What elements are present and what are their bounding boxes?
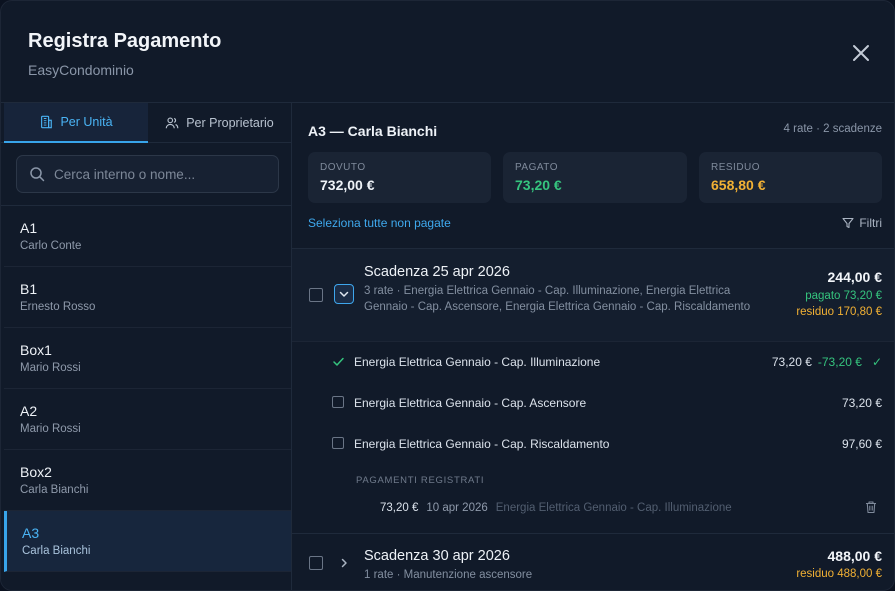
collapse-button[interactable] <box>334 284 354 304</box>
detail-panel: A3 — Carla Bianchi 4 rate · 2 scadenze D… <box>292 103 894 590</box>
payment-modal: Registra Pagamento EasyCondominio Per Un… <box>0 0 895 591</box>
due-checkbox[interactable] <box>309 556 323 570</box>
modal-header: Registra Pagamento EasyCondominio <box>1 1 894 103</box>
filters-button[interactable]: Filtri <box>842 216 882 230</box>
unit-owner: Mario Rossi <box>20 423 81 435</box>
detail-title: A3 — Carla Bianchi <box>308 123 438 139</box>
rates-list: Energia Elettrica Gennaio - Cap. Illumin… <box>292 341 894 533</box>
rate-checkbox[interactable] <box>332 437 344 449</box>
payment-row: 73,20 € 10 apr 2026 Energia Elettrica Genn… <box>380 502 732 514</box>
rate-amount: 73,20 € <box>841 396 882 410</box>
stat-value: 73,20 € <box>515 177 562 193</box>
tab-label: Per Unità <box>60 115 113 129</box>
due-description: 3 rate · Energia Elettrica Gennaio - Cap… <box>364 285 751 313</box>
rate-row-illuminazione: Energia Elettrica Gennaio - Cap. Illumin… <box>292 342 894 382</box>
unit-list: A1 Carlo Conte B1 Ernesto Rosso Box1 Mar… <box>4 206 291 572</box>
modal-title: Registra Pagamento <box>28 30 222 52</box>
stat-label: RESIDUO <box>711 162 761 173</box>
unit-owner: Carla Bianchi <box>22 545 91 557</box>
unit-code: Box2 <box>20 464 52 480</box>
payment-reference: Energia Elettrica Gennaio - Cap. Illumin… <box>495 502 732 514</box>
search-box <box>16 155 279 193</box>
due-amount: 244,00 € <box>827 269 883 285</box>
close-icon <box>853 45 869 61</box>
filter-icon <box>842 217 854 229</box>
stat-pagato: PAGATO 73,20 € <box>503 152 687 203</box>
stat-dovuto: DOVUTO 732,00 € <box>308 152 491 203</box>
check-icon <box>333 357 344 366</box>
due-residual: residuo 170,80 € <box>796 306 882 318</box>
detail-meta: 4 rate · 2 scadenze <box>783 123 882 135</box>
search-icon <box>30 167 45 182</box>
due-title: Scadenza 25 apr 2026 <box>364 264 510 280</box>
payment-amount: 73,20 € <box>380 502 419 514</box>
unit-item-box2[interactable]: Box2 Carla Bianchi <box>4 450 291 511</box>
stat-value: 732,00 € <box>320 177 375 193</box>
unit-code: Box1 <box>20 342 52 358</box>
trash-icon[interactable] <box>864 500 878 514</box>
unit-code: A2 <box>20 403 38 419</box>
units-panel: Per Unità Per Proprietario A1 Carlo Cont… <box>1 103 292 590</box>
close-button[interactable] <box>849 41 873 65</box>
stat-value: 658,80 € <box>711 177 766 193</box>
rate-row-ascensore: Energia Elettrica Gennaio - Cap. Ascenso… <box>292 383 894 423</box>
rate-name: Energia Elettrica Gennaio - Cap. Ascenso… <box>354 396 587 410</box>
tab-bar: Per Unità Per Proprietario <box>1 103 291 143</box>
due-row-30-apr: Scadenza 30 apr 2026 1 rate · Manutenzio… <box>292 533 894 590</box>
due-description: 1 rate · Manutenzione ascensore <box>364 569 533 581</box>
unit-item-a1[interactable]: A1 Carlo Conte <box>4 206 291 267</box>
chevron-down-icon <box>339 291 349 297</box>
search-input[interactable] <box>54 166 274 182</box>
tab-per-unita[interactable]: Per Unità <box>4 103 148 143</box>
payment-date: 10 apr 2026 <box>426 502 488 514</box>
rate-name: Energia Elettrica Gennaio - Cap. Riscald… <box>354 437 610 451</box>
rate-name: Energia Elettrica Gennaio - Cap. Illumin… <box>354 355 601 369</box>
stat-label: DOVUTO <box>320 162 366 173</box>
filters-label: Filtri <box>859 216 882 230</box>
modal-subtitle: EasyCondominio <box>28 62 134 78</box>
rate-amounts: 73,20 € -73,20 € ✓ <box>772 355 882 369</box>
unit-item-box1[interactable]: Box1 Mario Rossi <box>4 328 291 389</box>
unit-code: B1 <box>20 281 38 297</box>
chevron-right-icon[interactable] <box>338 557 350 569</box>
stat-label: PAGATO <box>515 162 559 173</box>
unit-owner: Carlo Conte <box>20 240 82 252</box>
unit-owner: Ernesto Rosso <box>20 301 96 313</box>
due-residual: residuo 488,00 € <box>796 568 882 580</box>
unit-item-a3[interactable]: A3 Carla Bianchi <box>4 511 291 572</box>
due-title: Scadenza 30 apr 2026 <box>364 548 510 564</box>
rate-paid-amount: -73,20 € <box>817 355 862 369</box>
users-icon <box>165 117 179 129</box>
stat-residuo: RESIDUO 658,80 € <box>699 152 882 203</box>
rate-amount: 97,60 € <box>841 437 882 451</box>
unit-item-b1[interactable]: B1 Ernesto Rosso <box>4 267 291 328</box>
due-checkbox[interactable] <box>309 288 323 302</box>
unit-code: A1 <box>20 220 38 236</box>
unit-item-a2[interactable]: A2 Mario Rossi <box>4 389 291 450</box>
due-paid: pagato 73,20 € <box>805 290 882 302</box>
paid-check-icon: ✓ <box>871 355 882 369</box>
rate-checkbox[interactable] <box>332 396 344 408</box>
unit-owner: Mario Rossi <box>20 362 81 374</box>
due-amount: 488,00 € <box>827 548 883 564</box>
rate-amount: 73,20 € <box>771 355 812 369</box>
tab-per-proprietario[interactable]: Per Proprietario <box>148 103 291 143</box>
due-row-25-apr: Scadenza 25 apr 2026 3 rate · Energia El… <box>292 249 894 341</box>
payments-header: PAGAMENTI REGISTRATI <box>356 475 485 486</box>
rate-row-riscaldamento: Energia Elettrica Gennaio - Cap. Riscald… <box>292 424 894 464</box>
select-all-unpaid-link[interactable]: Seleziona tutte non pagate <box>308 216 451 230</box>
unit-owner: Carla Bianchi <box>20 484 89 496</box>
building-icon <box>41 115 53 129</box>
unit-code: A3 <box>22 525 40 541</box>
tab-label: Per Proprietario <box>186 116 274 130</box>
